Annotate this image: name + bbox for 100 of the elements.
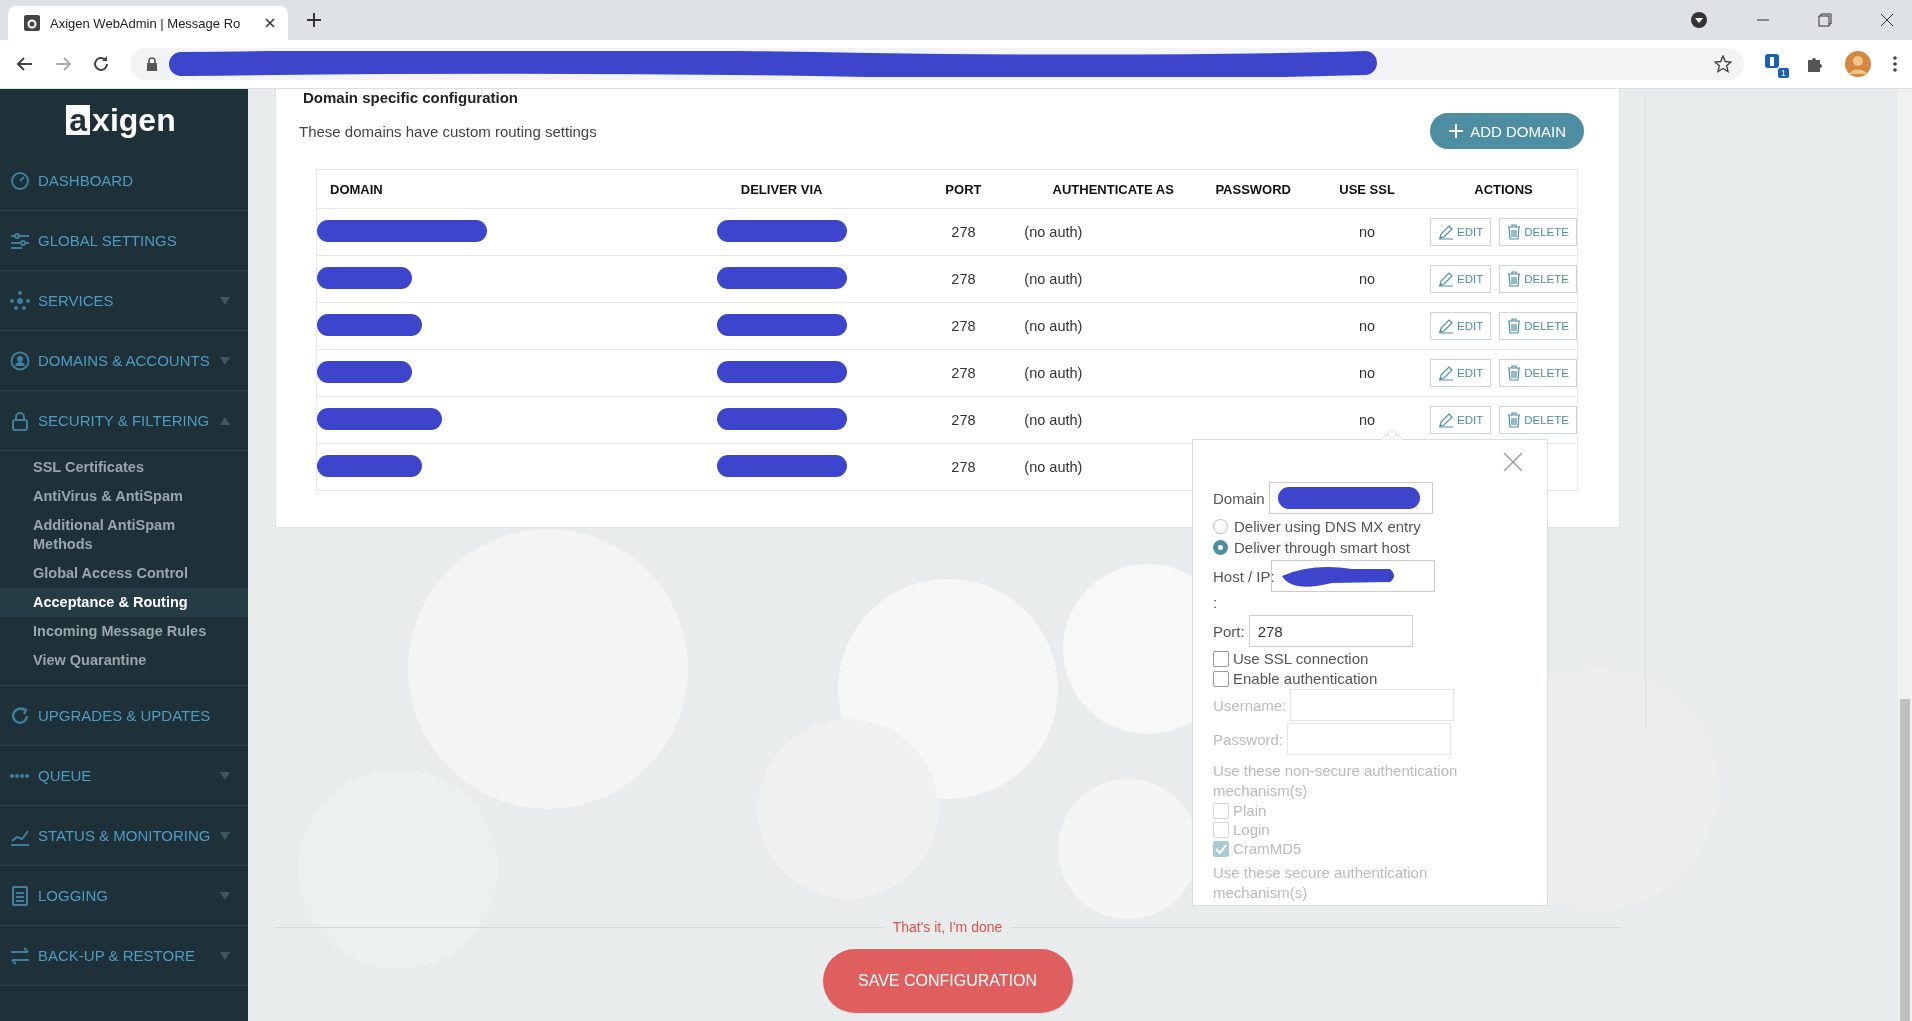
column-header: ACTIONS <box>1430 169 1578 209</box>
reload-icon[interactable] <box>92 55 110 73</box>
edit-button[interactable]: EDIT <box>1430 312 1492 340</box>
table-cell: no <box>1359 224 1376 240</box>
trash-icon <box>1507 271 1522 287</box>
menu-icon[interactable] <box>1892 55 1898 73</box>
collapse-arrow-icon[interactable] <box>220 416 230 425</box>
domain-field[interactable] <box>1268 482 1433 514</box>
table-cell: 278 <box>902 396 1025 444</box>
close-icon[interactable] <box>1880 13 1894 27</box>
table-cell: no <box>1359 271 1376 287</box>
checkbox-option[interactable]: Use SSL connection <box>1213 650 1527 667</box>
pencil-icon <box>1438 271 1455 287</box>
column-header: DOMAIN <box>316 169 661 209</box>
column-header: PORT <box>902 169 1025 209</box>
expand-arrow-icon[interactable] <box>220 356 230 365</box>
table-cell: no <box>1359 318 1376 334</box>
section-title: Domain specific configuration <box>303 89 520 107</box>
column-header: PASSWORD <box>1202 169 1305 209</box>
password-label: Password: <box>1213 730 1284 748</box>
port-label: Port: <box>1213 622 1245 640</box>
document-icon <box>10 885 30 906</box>
mechanisms-heading: Use these non-secure authentication mechanism(s) <box>1213 761 1459 801</box>
sub-nav-item[interactable]: AntiVirus & AntiSpam <box>0 482 248 511</box>
checkbox-option[interactable]: Enable authentication <box>1213 670 1527 687</box>
sub-nav-item[interactable]: Acceptance & Routing <box>0 588 248 617</box>
sub-nav-item[interactable]: Additional AntiSpam Methods <box>0 511 248 559</box>
expand-arrow-icon[interactable] <box>220 771 230 780</box>
pencil-icon <box>1438 224 1455 240</box>
table-cell: 278 <box>902 302 1025 350</box>
new-tab-icon[interactable] <box>306 12 322 28</box>
logo: axigen <box>0 89 248 151</box>
puzzle-piece-icon[interactable] <box>1806 55 1824 73</box>
expand-arrow-icon[interactable] <box>220 296 230 305</box>
arrows-icon <box>10 945 30 966</box>
delete-button[interactable]: DELETE <box>1499 406 1577 434</box>
close-icon[interactable] <box>264 17 276 29</box>
expand-arrow-icon[interactable] <box>220 951 230 960</box>
section-description: These domains have custom routing settings <box>299 122 597 140</box>
edit-button[interactable]: EDIT <box>1430 406 1492 434</box>
table-cell: (no auth) <box>1024 349 1203 397</box>
refresh-icon <box>10 705 30 726</box>
delete-button[interactable]: DELETE <box>1499 312 1577 340</box>
trash-icon <box>1507 365 1522 381</box>
delete-button[interactable]: DELETE <box>1499 218 1577 246</box>
table-cell: (no auth) <box>1024 302 1203 350</box>
pencil-icon <box>1438 412 1455 428</box>
edit-button[interactable]: EDIT <box>1430 218 1492 246</box>
table-cell: (no auth) <box>1024 208 1203 256</box>
sub-nav-item[interactable]: Incoming Message Rules <box>0 617 248 646</box>
add-domain-button[interactable]: ADD DOMAIN <box>1430 113 1584 149</box>
column-header: USE SSL <box>1304 169 1431 209</box>
trash-icon <box>1507 412 1522 428</box>
domain-label: Domain <box>1213 489 1265 507</box>
forward-icon[interactable] <box>54 55 72 73</box>
username-label: Username: <box>1213 696 1287 714</box>
separator-label: : <box>1213 594 1219 611</box>
app-favicon-icon <box>24 15 40 31</box>
port-field[interactable]: 278 <box>1248 615 1413 647</box>
done-note: That's it, I'm done <box>892 919 1003 935</box>
browser-tab[interactable]: Axigen WebAdmin | Message Ro <box>8 6 288 40</box>
delete-button[interactable]: DELETE <box>1499 359 1577 387</box>
table-cell: no <box>1359 412 1376 428</box>
table-cell: 278 <box>902 255 1025 303</box>
user-icon <box>10 350 30 371</box>
mechanisms-heading: Use these secure authentication mechanism(s) <box>1213 863 1429 903</box>
trash-icon <box>1507 318 1522 334</box>
table-cell: 278 <box>902 443 1025 491</box>
expand-arrow-icon[interactable] <box>220 831 230 840</box>
pencil-icon <box>1438 365 1455 381</box>
column-header: DELIVER VIA <box>660 169 903 209</box>
extension-badge: 1 <box>1777 67 1790 79</box>
edit-button[interactable]: EDIT <box>1430 265 1492 293</box>
delete-button[interactable]: DELETE <box>1499 265 1577 293</box>
sub-nav-item[interactable]: SSL Certificates <box>0 453 248 482</box>
back-icon[interactable] <box>16 55 34 73</box>
address-field[interactable] <box>130 48 1744 80</box>
plus-icon <box>1448 123 1465 139</box>
edit-button[interactable]: EDIT <box>1430 359 1492 387</box>
save-configuration-button[interactable]: SAVE CONFIGURATION <box>822 949 1073 1013</box>
lock-icon <box>146 57 158 71</box>
table-cell: 278 <box>902 349 1025 397</box>
table-cell: 278 <box>902 208 1025 256</box>
network-icon <box>10 290 30 311</box>
expand-arrow-icon[interactable] <box>220 891 230 900</box>
sub-nav-item[interactable]: Global Access Control <box>0 559 248 588</box>
pencil-icon <box>1438 318 1455 334</box>
gauge-icon <box>10 170 30 191</box>
table-cell: (no auth) <box>1024 255 1203 303</box>
avatar-icon[interactable] <box>1844 50 1872 78</box>
radio-option[interactable]: Deliver through smart host <box>1213 539 1527 556</box>
trash-icon <box>1507 224 1522 240</box>
radio-option[interactable]: Deliver using DNS MX entry <box>1213 518 1527 535</box>
sliders-icon <box>10 230 30 251</box>
restore-icon[interactable] <box>1818 13 1832 27</box>
bookmark-star-icon[interactable] <box>1714 55 1732 73</box>
profile-menu-icon[interactable] <box>1690 11 1708 29</box>
sub-nav-item[interactable]: View Quarantine <box>0 646 248 675</box>
scrollbar-thumb[interactable] <box>1900 699 1910 1021</box>
lock-icon <box>10 410 30 431</box>
